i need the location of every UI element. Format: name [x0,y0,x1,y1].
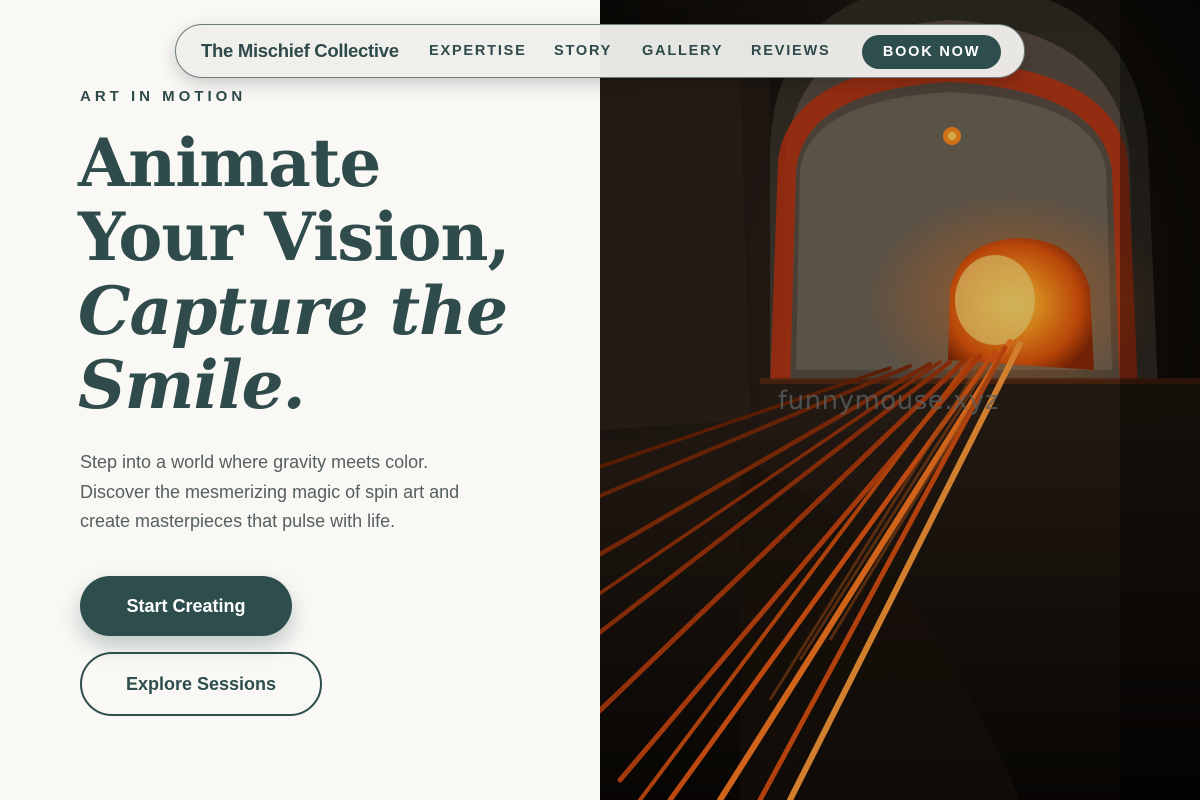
hero-section: ART IN MOTION Animate Your Vision, Captu… [0,0,600,800]
landing-page: ART IN MOTION Animate Your Vision, Captu… [0,0,1200,800]
hero-description: Step into a world where gravity meets co… [80,448,540,537]
description-line-1: Step into a world where gravity meets co… [80,452,429,472]
description-line-3: create masterpieces that pulse with life… [80,511,396,531]
description-line-2: Discover the mesmerizing magic of spin a… [80,481,460,502]
nav-link-expertise[interactable]: EXPERTISE [429,43,527,59]
watermark-text: funnymouse.xyz [778,386,999,416]
hero-headline: Animate Your Vision, Capture the Smile. [78,126,598,422]
headline-line-1: Animate [78,124,381,202]
headline-line-3: Capture the [78,272,508,350]
top-navigation: The Mischief Collective EXPERTISE STORY … [175,24,1025,78]
book-now-button[interactable]: BOOK NOW [862,35,1001,69]
explore-sessions-button[interactable]: Explore Sessions [80,652,322,716]
start-creating-button[interactable]: Start Creating [80,576,292,636]
hero-eyebrow: ART IN MOTION [80,88,247,105]
hero-image: funnymouse.xyz [600,0,1200,800]
headline-line-4: Smile. [78,346,306,424]
nav-link-reviews[interactable]: REVIEWS [751,43,830,59]
brand-logo[interactable]: The Mischief Collective [201,40,399,62]
nav-link-gallery[interactable]: GALLERY [642,43,723,59]
nav-link-story[interactable]: STORY [554,43,612,59]
headline-line-2: Your Vision, [78,198,510,276]
